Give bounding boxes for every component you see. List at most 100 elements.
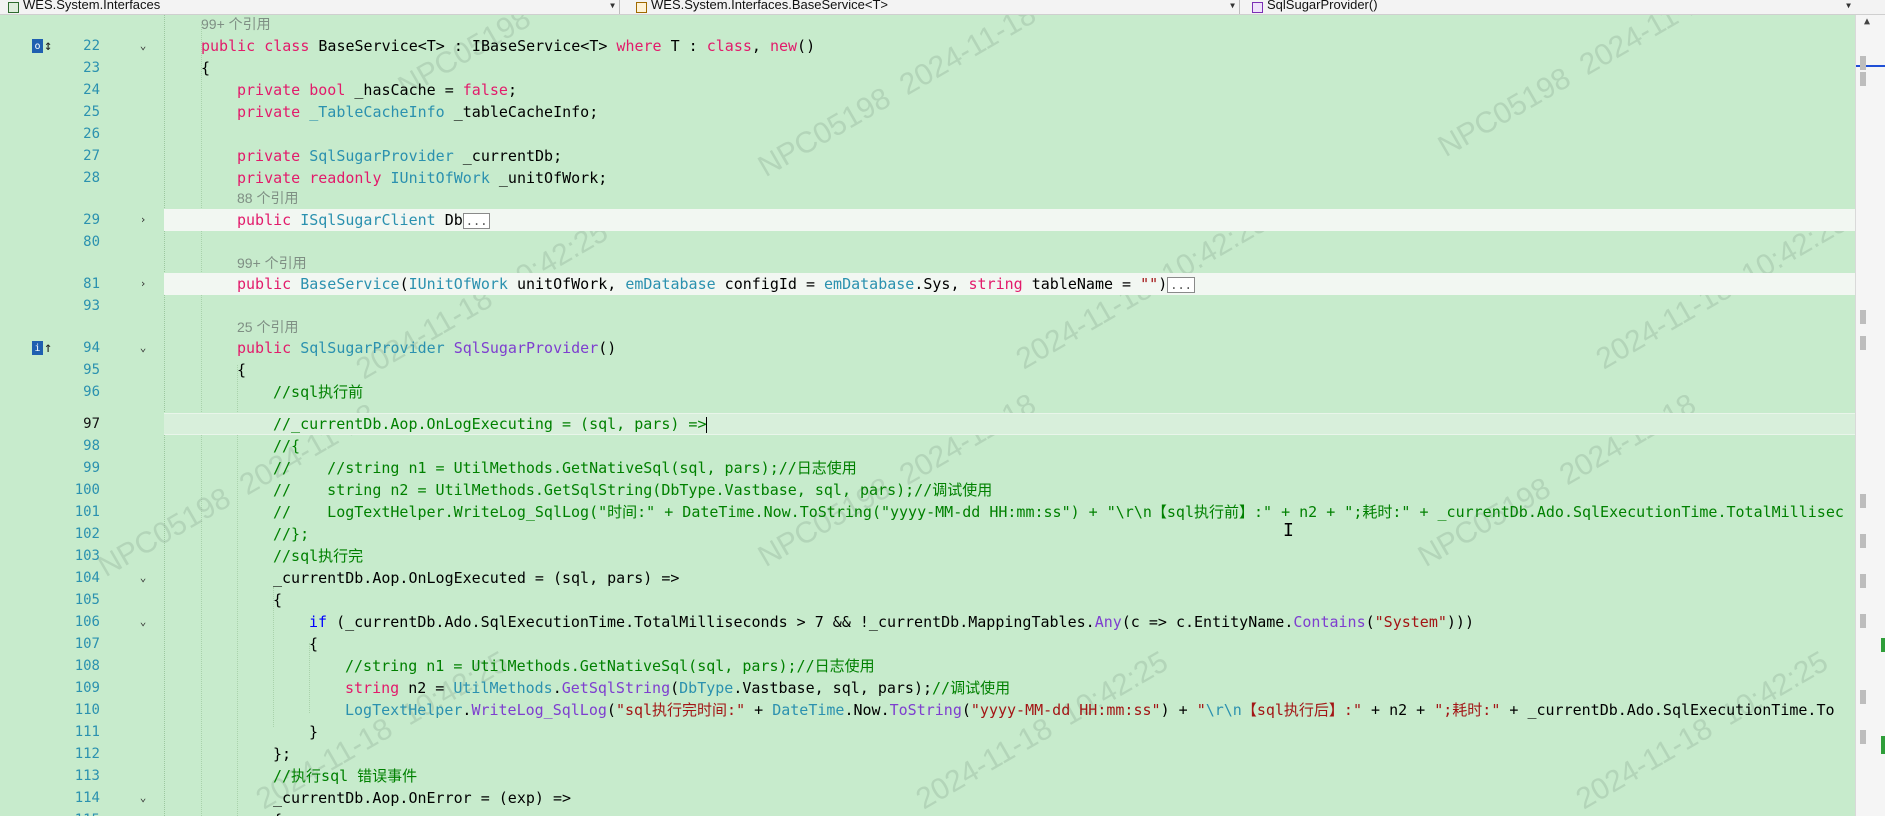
type-dropdown[interactable]: WES.System.Interfaces.BaseService<T> ▼ bbox=[628, 0, 1240, 14]
code-line[interactable]: 26 bbox=[0, 123, 1855, 145]
references-link[interactable]: 99+ 个引用 bbox=[201, 14, 271, 35]
line-number: 26 bbox=[83, 126, 100, 142]
code-text: } bbox=[309, 723, 319, 741]
code-comment: //}; bbox=[273, 525, 310, 543]
code-line[interactable]: 111 } bbox=[0, 721, 1855, 743]
code-line[interactable]: 23 { bbox=[0, 57, 1855, 79]
change-marker bbox=[1881, 638, 1885, 652]
collapsed-region-button[interactable]: ... bbox=[462, 212, 491, 229]
code-line[interactable]: 100 // string n2 = UtilMethods.GetSqlStr… bbox=[0, 479, 1855, 501]
code-lens[interactable]: 25 个引用 bbox=[0, 316, 1855, 336]
scroll-marker bbox=[1860, 310, 1866, 324]
line-number: 22 bbox=[83, 38, 100, 54]
code-text: private SqlSugarProvider _currentDb; bbox=[237, 147, 563, 165]
code-line[interactable]: 99 // //string n1 = UtilMethods.GetNativ… bbox=[0, 457, 1855, 479]
references-link[interactable]: 99+ 个引用 bbox=[237, 252, 307, 274]
chevron-down-icon[interactable]: ▼ bbox=[610, 1, 615, 10]
collapse-icon[interactable]: ⌄ bbox=[138, 792, 148, 803]
line-number: 112 bbox=[74, 746, 100, 762]
collapse-icon[interactable]: ⌄ bbox=[138, 616, 148, 627]
scroll-up-icon[interactable]: ▲ bbox=[1864, 16, 1870, 27]
line-number: 109 bbox=[74, 680, 100, 696]
code-line[interactable]: 24 private bool _hasCache = false; bbox=[0, 79, 1855, 101]
code-line[interactable]: 29 › public ISqlSugarClient Db... bbox=[0, 209, 1855, 231]
references-link[interactable]: 25 个引用 bbox=[237, 316, 298, 338]
code-line[interactable]: 106 ⌄ if (_currentDb.Ado.SqlExecutionTim… bbox=[0, 611, 1855, 633]
code-line[interactable]: 80 bbox=[0, 231, 1855, 253]
line-number: 97 bbox=[83, 416, 100, 432]
vertical-scrollbar[interactable]: ▲ bbox=[1855, 14, 1885, 816]
collapse-icon[interactable]: ⌄ bbox=[138, 342, 148, 353]
scroll-marker bbox=[1860, 494, 1866, 508]
code-line[interactable]: 112 }; bbox=[0, 743, 1855, 765]
code-line[interactable]: o ↕ 22 ⌄ public class BaseService<T> : IB… bbox=[0, 35, 1855, 57]
line-number: 100 bbox=[74, 482, 100, 498]
code-line[interactable]: 98 //{ bbox=[0, 435, 1855, 457]
code-text: { bbox=[273, 591, 283, 609]
code-line[interactable]: 28 private readonly IUnitOfWork _unitOfW… bbox=[0, 167, 1855, 189]
code-line[interactable]: 107 { bbox=[0, 633, 1855, 655]
line-number: 105 bbox=[74, 592, 100, 608]
chevron-down-icon[interactable]: ▼ bbox=[1846, 1, 1851, 10]
code-line[interactable]: 104 ⌄ _currentDb.Aop.OnLogExecuted = (sq… bbox=[0, 567, 1855, 589]
code-lens[interactable]: 99+ 个引用 bbox=[0, 14, 1855, 35]
collapsed-region-button[interactable]: ... bbox=[1167, 276, 1195, 293]
code-line-current[interactable]: 97 //_currentDb.Aop.OnLogExecuting = (sq… bbox=[0, 413, 1855, 435]
code-line[interactable]: 25 private _TableCacheInfo _tableCacheIn… bbox=[0, 101, 1855, 123]
code-line[interactable]: 96 //sql执行前 bbox=[0, 381, 1855, 403]
expand-icon[interactable]: › bbox=[138, 214, 148, 225]
code-text: public BaseService(IUnitOfWork unitOfWor… bbox=[237, 273, 1195, 295]
line-number: 95 bbox=[83, 362, 100, 378]
line-number: 111 bbox=[74, 724, 100, 740]
project-icon bbox=[8, 1, 19, 13]
code-text: _currentDb.Aop.OnLogExecuted = (sql, par… bbox=[273, 569, 680, 587]
line-number: 108 bbox=[74, 658, 100, 674]
code-line[interactable]: 115 { bbox=[0, 809, 1855, 816]
text-caret bbox=[706, 416, 708, 433]
scroll-marker bbox=[1860, 574, 1866, 588]
code-text: _currentDb.Aop.OnError = (exp) => bbox=[273, 789, 572, 807]
code-text: }; bbox=[273, 745, 292, 763]
expand-icon[interactable]: › bbox=[138, 278, 148, 289]
code-text: if (_currentDb.Ado.SqlExecutionTime.Tota… bbox=[309, 613, 1474, 631]
method-icon bbox=[1252, 1, 1263, 13]
code-line[interactable]: 109 string n2 = UtilMethods.GetSqlString… bbox=[0, 677, 1855, 699]
code-text: public ISqlSugarClient Db... bbox=[237, 209, 491, 231]
code-line[interactable]: 105 { bbox=[0, 589, 1855, 611]
code-line[interactable]: 103 //sql执行完 bbox=[0, 545, 1855, 567]
code-line[interactable]: 93 bbox=[0, 295, 1855, 317]
implements-margin-icon[interactable]: i ↑ bbox=[32, 341, 52, 356]
code-comment: //执行sql 错误事件 bbox=[273, 767, 418, 785]
line-number: 25 bbox=[83, 104, 100, 120]
code-line[interactable]: 108 //string n1 = UtilMethods.GetNativeS… bbox=[0, 655, 1855, 677]
member-dropdown[interactable]: SqlSugarProvider() ▼ bbox=[1244, 0, 1855, 14]
line-number: 99 bbox=[83, 460, 100, 476]
code-text: private bool _hasCache = false; bbox=[237, 81, 517, 99]
code-comment: //string n1 = UtilMethods.GetNativeSql(s… bbox=[345, 657, 875, 675]
line-number: 110 bbox=[74, 702, 100, 718]
line-number: 106 bbox=[74, 614, 100, 630]
code-line[interactable]: 114 ⌄ _currentDb.Aop.OnError = (exp) => bbox=[0, 787, 1855, 809]
code-text: { bbox=[201, 59, 211, 77]
project-dropdown[interactable]: WES.System.Interfaces ▼ bbox=[0, 0, 620, 14]
collapse-icon[interactable]: ⌄ bbox=[138, 40, 148, 51]
code-lens[interactable]: 88 个引用 bbox=[0, 187, 1855, 207]
scroll-marker bbox=[1860, 56, 1866, 70]
code-line[interactable]: 27 private SqlSugarProvider _currentDb; bbox=[0, 145, 1855, 167]
code-lens[interactable]: 99+ 个引用 bbox=[0, 252, 1855, 272]
code-line[interactable]: 101 // LogTextHelper.WriteLog_SqlLog("时间… bbox=[0, 501, 1855, 523]
line-number: 114 bbox=[74, 790, 100, 806]
line-number: 98 bbox=[83, 438, 100, 454]
code-line[interactable]: 110 LogTextHelper.WriteLog_SqlLog("sql执行… bbox=[0, 699, 1855, 721]
code-line[interactable]: 81 › public BaseService(IUnitOfWork unit… bbox=[0, 273, 1855, 295]
code-line[interactable]: 102 //}; bbox=[0, 523, 1855, 545]
inheritance-margin-icon[interactable]: o ↕ bbox=[32, 39, 52, 54]
line-number: 29 bbox=[83, 212, 100, 228]
references-link[interactable]: 88 个引用 bbox=[237, 187, 298, 209]
code-line[interactable]: 95 { bbox=[0, 359, 1855, 381]
chevron-down-icon[interactable]: ▼ bbox=[1230, 1, 1235, 10]
code-line[interactable]: 113 //执行sql 错误事件 bbox=[0, 765, 1855, 787]
code-line[interactable]: i ↑ 94 ⌄ public SqlSugarProvider SqlSugar… bbox=[0, 337, 1855, 359]
code-editor[interactable]: NPC05198 2024-11-18 NPC05198 2024-11-18 … bbox=[0, 14, 1885, 816]
collapse-icon[interactable]: ⌄ bbox=[138, 572, 148, 583]
